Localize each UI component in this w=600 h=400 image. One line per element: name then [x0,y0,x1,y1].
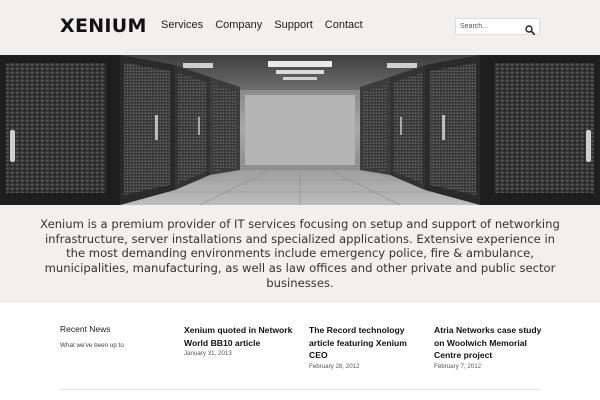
search-input[interactable] [456,19,524,34]
news-article-title[interactable]: Xenium quoted in Network World BB10 arti… [184,324,299,349]
section-divider [60,389,540,390]
intro-text: Xenium is a premium provider of IT servi… [40,217,560,290]
news-article-date: February 28, 2012 [309,362,360,370]
search-box [455,18,540,36]
news-heading-block: Recent News What we've been up to [60,324,124,350]
nav-contact[interactable]: Contact [325,18,363,32]
site-logo[interactable]: XENIUM [60,14,147,38]
news-subtitle: What we've been up to [60,342,124,349]
search-icon[interactable] [525,22,536,36]
nav-company[interactable]: Company [215,18,262,32]
news-article-title[interactable]: The Record technology article featuring … [309,324,424,362]
intro-band: Xenium is a premium provider of IT servi… [0,205,600,303]
news-article: The Record technology article featuring … [309,324,424,371]
news-article-date: February 7, 2012 [434,362,482,370]
hero-image [0,55,600,205]
news-article: Xenium quoted in Network World BB10 arti… [184,324,299,358]
news-article-title[interactable]: Atria Networks case study on Woolwich Me… [434,324,544,362]
news-title: Recent News [60,324,111,334]
news-article-date: January 31, 2013 [184,350,232,357]
news-article: Atria Networks case study on Woolwich Me… [434,324,544,371]
recent-news-section: Recent News What we've been up to Xenium… [0,303,600,400]
main-nav: Services Company Support Contact [161,18,363,32]
nav-support[interactable]: Support [274,18,313,32]
server-room-illustration [0,55,600,205]
site-header: XENIUM Services Company Support Contact [0,0,600,55]
nav-services[interactable]: Services [161,18,203,32]
